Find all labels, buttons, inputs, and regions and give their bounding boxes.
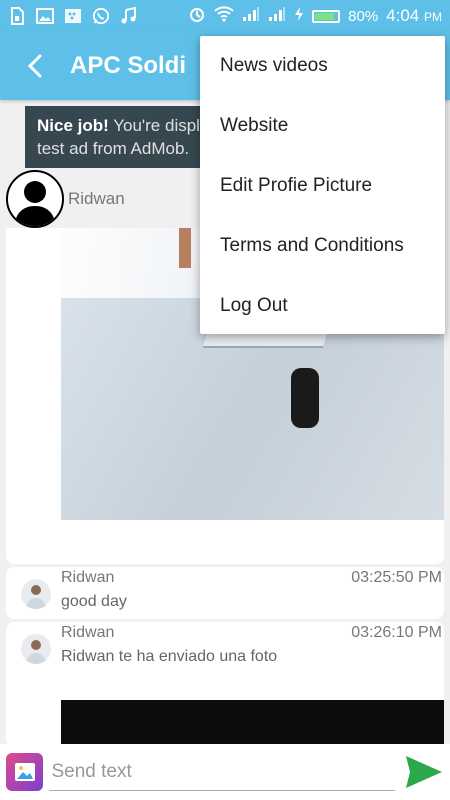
music-icon: [120, 7, 138, 25]
gallery-icon: [14, 763, 35, 781]
photo-neck: [179, 228, 191, 268]
battery-percent: 80%: [348, 7, 379, 25]
user-silhouette-icon: [14, 181, 56, 226]
wifi-icon: [214, 6, 234, 26]
send-button[interactable]: [405, 752, 444, 792]
blackberry-icon: [64, 7, 82, 25]
menu-item-edit-profile-picture[interactable]: Edit Profie Picture: [200, 156, 445, 216]
battery-level: [315, 12, 335, 20]
battery-icon: [312, 9, 341, 23]
ad-text: You're displa: [108, 116, 210, 135]
clock: 4:04 PM: [386, 6, 442, 26]
user-photo-icon: [26, 585, 46, 609]
clock-time: 4:04: [386, 6, 420, 25]
list-item[interactable]: Ridwan 03:26:10 PM Ridwan te ha enviado …: [6, 622, 444, 760]
message-sender: Ridwan: [61, 569, 115, 586]
compose-bar: [0, 744, 450, 800]
menu-item-website[interactable]: Website: [200, 96, 445, 156]
gallery-button[interactable]: [6, 753, 44, 791]
app-title: APC Soldi: [70, 52, 187, 79]
poster-name: Ridwan: [68, 189, 125, 208]
message-sender: Ridwan: [61, 624, 115, 641]
message-time: 03:26:10 PM: [351, 624, 442, 641]
signal-icon: [268, 6, 286, 26]
poster-header: Ridwan: [6, 170, 125, 228]
list-item[interactable]: Ridwan 03:25:50 PM good day: [6, 567, 444, 619]
send-icon: [406, 756, 443, 788]
signal-icon: [242, 6, 260, 26]
charging-icon: [294, 6, 304, 26]
back-button[interactable]: [0, 32, 70, 100]
avatar: [21, 579, 51, 609]
whatsapp-icon: [92, 7, 110, 25]
back-arrow-icon: [27, 54, 42, 78]
alarm-icon: [188, 5, 206, 27]
menu-item-log-out[interactable]: Log Out: [200, 276, 445, 336]
message-text: good day: [61, 593, 127, 610]
user-photo-icon: [26, 640, 46, 664]
menu-item-terms[interactable]: Terms and Conditions: [200, 216, 445, 276]
system-icons: 80% 4:04 PM: [188, 5, 442, 27]
menu-item-news-videos[interactable]: News videos: [200, 36, 445, 96]
sim-icon: [8, 7, 26, 25]
clock-ampm: PM: [424, 10, 442, 24]
status-bar: 80% 4:04 PM: [0, 0, 450, 32]
image-icon: [36, 7, 54, 25]
avatar: [21, 634, 51, 664]
send-text-input[interactable]: [49, 753, 395, 791]
overflow-menu: News videos Website Edit Profie Picture …: [200, 36, 445, 334]
ad-bold: Nice job!: [37, 116, 109, 135]
message-text: Ridwan te ha enviado una foto: [61, 648, 278, 665]
photo-microphone: [291, 368, 319, 428]
avatar[interactable]: [6, 170, 64, 228]
notification-icons: [8, 7, 138, 25]
message-time: 03:25:50 PM: [351, 569, 442, 586]
